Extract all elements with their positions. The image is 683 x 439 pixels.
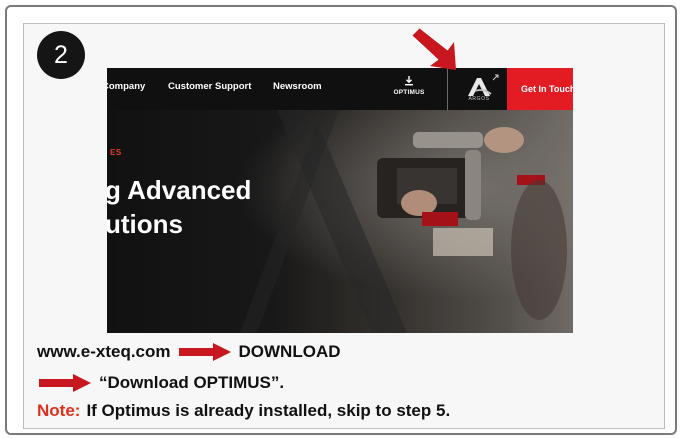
optimus-label: OPTIMUS (393, 89, 425, 96)
hero-eyebrow: ES (110, 148, 122, 157)
right-arrow-icon (178, 343, 231, 361)
download-icon (391, 76, 427, 88)
instruction-line-1: www.e-xteq.com DOWNLOAD (37, 342, 341, 362)
nav-company-link[interactable]: Company (107, 81, 145, 92)
nav-divider (447, 68, 448, 110)
step-number: 2 (54, 40, 68, 69)
get-in-touch-button[interactable]: Get In Touch (507, 68, 573, 110)
note-text: If Optimus is already installed, skip to… (86, 401, 451, 420)
website-url-text: www.e-xteq.com (37, 342, 171, 361)
instruction-note: Note: If Optimus is already installed, s… (37, 401, 450, 421)
argos-logo-icon[interactable] (456, 72, 504, 108)
nav-newsroom-link[interactable]: Newsroom (273, 81, 322, 92)
download-optimus-text: “Download OPTIMUS”. (99, 373, 285, 392)
hero-headline-line2: utions (107, 209, 183, 239)
site-navbar: Company Customer Support Newsroom OPTIMU… (107, 68, 573, 110)
download-text: DOWNLOAD (238, 342, 341, 361)
right-arrow-icon (39, 374, 91, 392)
instruction-line-2: “Download OPTIMUS”. (39, 373, 284, 393)
hero-headline: g Advanced utions (107, 173, 251, 241)
website-screenshot: Company Customer Support Newsroom OPTIMU… (107, 68, 573, 333)
pointer-arrow-icon (411, 28, 456, 70)
nav-customer-support-link[interactable]: Customer Support (168, 81, 251, 92)
step-number-badge: 2 (37, 31, 85, 79)
argos-label: ARGOS (468, 96, 490, 102)
hero-headline-line1: g Advanced (107, 175, 252, 205)
note-label: Note: (37, 401, 81, 420)
optimus-download-link[interactable]: OPTIMUS (391, 76, 427, 97)
